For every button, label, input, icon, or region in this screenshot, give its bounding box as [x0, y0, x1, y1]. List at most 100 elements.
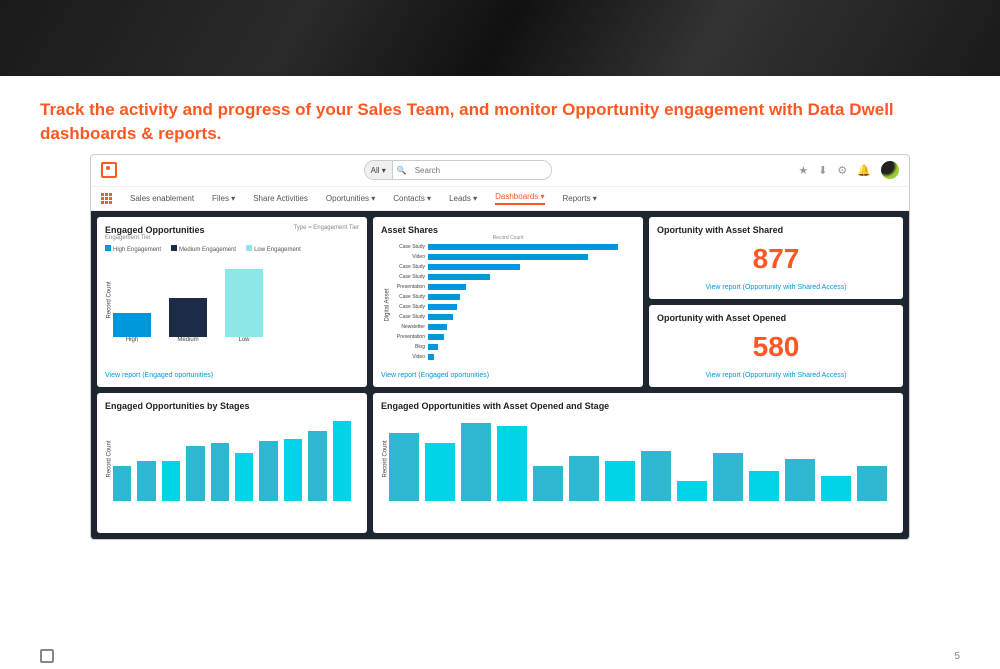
bar [821, 476, 851, 501]
bar [162, 461, 180, 501]
card-title: Engaged Opportunities [105, 225, 205, 235]
nav-files[interactable]: Files ▾ [212, 194, 235, 203]
nav-share-activities[interactable]: Share Activities [253, 194, 308, 203]
card-asset-shared: Oportunity with Asset Shared 877 View re… [649, 217, 903, 299]
legend-high: High Engagement [113, 247, 161, 253]
y-label: Record Count [383, 440, 389, 477]
bar [785, 459, 815, 501]
legend-low: Low Engagement [254, 247, 301, 253]
card-title: Engaged Opportunities by Stages [105, 401, 359, 411]
bar [113, 466, 131, 501]
hbar-label: Presentation [385, 284, 425, 290]
hbar-label: Blog [385, 344, 425, 350]
bar [186, 446, 204, 501]
hbar-row: Newsletter [385, 323, 631, 332]
search-box[interactable]: All ▾ 🔍 [364, 160, 552, 180]
hbar-label: Video [385, 354, 425, 360]
card-engaged-opportunities: Engaged Opportunities Type = Engagement … [97, 217, 367, 387]
search-scope-dropdown[interactable]: All ▾ [365, 161, 393, 179]
metric-value: 877 [657, 243, 895, 275]
nav-leads[interactable]: Leads ▾ [449, 194, 477, 203]
bar [533, 466, 563, 501]
footer-logo-icon [40, 649, 54, 663]
bar [169, 298, 207, 337]
hbar-row: Case Study [385, 313, 631, 322]
view-report-link[interactable]: View report (Engaged oportunities) [105, 372, 359, 379]
nav-dashboards[interactable]: Dashboards ▾ [495, 192, 544, 205]
nav-reports[interactable]: Reports ▾ [563, 194, 597, 203]
bar [425, 443, 455, 501]
stages-chart: Record Count [105, 411, 359, 501]
opened-stage-chart: Record Count [381, 411, 895, 501]
hbar-label: Case Study [385, 294, 425, 300]
bar [713, 453, 743, 501]
search-icon: 🔍 [393, 166, 411, 175]
nav-opportunities[interactable]: Oportunities ▾ [326, 194, 375, 203]
bar [641, 451, 671, 501]
bar [497, 426, 527, 501]
avatar[interactable] [881, 161, 899, 179]
hbar-row: Video [385, 353, 631, 362]
card-subtitle-right: Type = Engagement Tier [293, 225, 359, 231]
bell-icon[interactable]: 🔔 [857, 164, 871, 177]
view-report-link[interactable]: View report (Opportunity with Shared Acc… [657, 284, 895, 291]
app-frame: All ▾ 🔍 ★ ⬇ ⚙ 🔔 Sales enablement Files ▾… [90, 154, 910, 540]
hbar-label: Case Study [385, 314, 425, 320]
y-label: Record Count [107, 440, 113, 477]
hbar-row: Case Study [385, 243, 631, 252]
card-asset-opened: Oportunity with Asset Opened 580 View re… [649, 305, 903, 387]
card-subtitle-left: Engagement Tier [105, 235, 359, 241]
nav-contacts[interactable]: Contacts ▾ [393, 194, 431, 203]
hbar-label: Case Study [385, 274, 425, 280]
hbar-row: Case Study [385, 303, 631, 312]
bar [235, 453, 253, 501]
download-icon[interactable]: ⬇ [818, 164, 827, 177]
bar [749, 471, 779, 501]
top-icons: ★ ⬇ ⚙ 🔔 [798, 161, 899, 179]
card-title: Oportunity with Asset Shared [657, 225, 895, 235]
hbar-label: Case Study [385, 264, 425, 270]
search-input[interactable] [411, 161, 551, 179]
chart-legend: High Engagement Medium Engagement Low En… [105, 245, 359, 253]
topbar: All ▾ 🔍 ★ ⬇ ⚙ 🔔 [91, 155, 909, 187]
brand-logo-icon [101, 162, 117, 178]
legend-medium: Medium Engagement [179, 247, 236, 253]
bar [333, 421, 351, 501]
y-label: Record Count [107, 281, 113, 318]
asset-shares-chart: Digital Asset Case Study Video Case Study C… [381, 241, 635, 364]
hero-banner [0, 0, 1000, 76]
bar [225, 269, 263, 337]
card-title: Asset Shares [381, 225, 635, 235]
engaged-bar-chart: Record Count [105, 257, 359, 337]
bar [677, 481, 707, 501]
hbar-label: Case Study [385, 304, 425, 310]
navbar: Sales enablement Files ▾ Share Activitie… [91, 187, 909, 211]
hbar-label: Newsletter [385, 324, 425, 330]
hbar-row: Presentation [385, 283, 631, 292]
app-launcher-icon[interactable] [101, 193, 112, 204]
bar [569, 456, 599, 501]
bar [308, 431, 326, 501]
card-engaged-by-stages: Engaged Opportunities by Stages Record C… [97, 393, 367, 533]
dashboard-body: Engaged Opportunities Type = Engagement … [91, 211, 909, 539]
bar [259, 441, 277, 501]
hbar-row: Case Study [385, 293, 631, 302]
hbar-label: Presentation [385, 334, 425, 340]
headline-text: Track the activity and progress of your … [0, 76, 1000, 154]
hbar-row: Video [385, 253, 631, 262]
view-report-link[interactable]: View report (Opportunity with Shared Acc… [657, 372, 895, 379]
hbar-row: Presentation [385, 333, 631, 342]
nav-sales-enablement[interactable]: Sales enablement [130, 194, 194, 203]
star-icon[interactable]: ★ [798, 164, 808, 177]
bar [461, 423, 491, 501]
hbar-label: Case Study [385, 244, 425, 250]
gear-icon[interactable]: ⚙ [837, 164, 847, 177]
view-report-link[interactable]: View report (Engaged oportunities) [381, 372, 635, 379]
hbar-row: Case Study [385, 263, 631, 272]
y-label: Digital Asset [385, 289, 391, 322]
bar [389, 433, 419, 501]
bar [211, 443, 229, 501]
hbar-row: Blog [385, 343, 631, 352]
metric-value: 580 [657, 331, 895, 363]
bar [605, 461, 635, 501]
